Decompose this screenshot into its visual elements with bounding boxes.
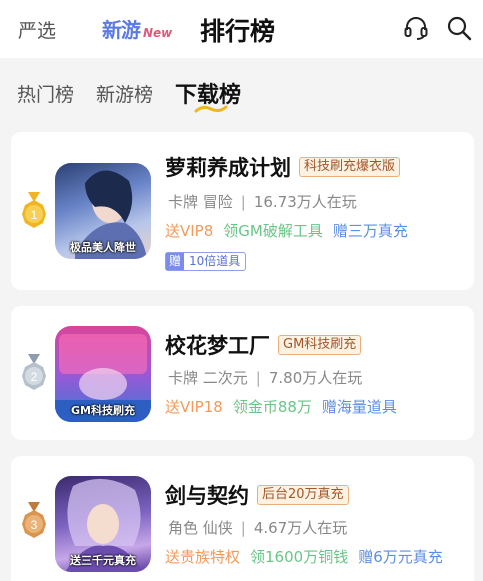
- perk-gift: 赠三万真充: [332, 222, 408, 240]
- title-row: 剑与契约 后台20万真充: [165, 480, 349, 510]
- game-tag: 科技刷充爆衣版: [299, 157, 401, 177]
- perk-gift: 赠海量道具: [321, 398, 397, 416]
- perk-gift: 赠6万元真充: [358, 548, 443, 566]
- headset-icon[interactable]: [403, 15, 429, 41]
- rank-medal-icon: 3: [22, 502, 46, 538]
- perk-vip: 送VIP18: [165, 398, 223, 416]
- game-title[interactable]: 萝莉养成计划: [165, 152, 291, 182]
- tab-yanxuan[interactable]: 严选: [18, 16, 56, 43]
- rank-number: 3: [31, 518, 38, 532]
- bonus-badge: 赠 10倍道具: [165, 252, 247, 271]
- game-meta: 角色 仙侠 | 4.67万人在玩: [168, 519, 348, 537]
- game-thumbnail[interactable]: 极品美人降世: [55, 163, 151, 259]
- game-card[interactable]: 1 极品美人降世 萝莉养成计划 科技刷充爆衣版 卡牌 冒险 | 16.73万人在玩 …: [11, 132, 474, 290]
- xinyou-label: 新游: [102, 18, 141, 42]
- perks-row: 送贵族特权 领1600万铜钱 赠6万元真充: [165, 546, 453, 567]
- thumbnail-caption: 极品美人降世: [70, 241, 136, 254]
- game-thumbnail[interactable]: GM科技刷充: [55, 326, 151, 422]
- tab-paihang[interactable]: 排行榜: [200, 12, 275, 48]
- top-bar: 严选 新游 New 排行榜: [0, 0, 483, 58]
- game-tag: 后台20万真充: [257, 485, 349, 505]
- rank-number: 1: [31, 208, 38, 222]
- title-row: 校花梦工厂 GM科技刷充: [165, 330, 362, 360]
- game-title[interactable]: 校花梦工厂: [165, 330, 270, 360]
- game-genre: 卡牌 二次元: [168, 369, 248, 387]
- perk-vip: 送VIP8: [165, 222, 214, 240]
- thumbnail-caption: GM科技刷充: [71, 404, 135, 417]
- game-genre: 角色 仙侠: [168, 519, 233, 537]
- search-icon[interactable]: [446, 15, 472, 41]
- subtab-xinyou[interactable]: 新游榜: [96, 80, 153, 107]
- rank-medal-icon: 2: [22, 354, 46, 390]
- perk-tool: 领GM破解工具: [223, 222, 323, 240]
- game-meta: 卡牌 冒险 | 16.73万人在玩: [168, 193, 357, 211]
- title-row: 萝莉养成计划 科技刷充爆衣版: [165, 152, 401, 182]
- rank-medal-icon: 1: [22, 192, 46, 228]
- active-tab-indicator: [194, 105, 228, 113]
- sub-tabs: 热门榜 新游榜 下载榜: [0, 58, 483, 122]
- game-title[interactable]: 剑与契约: [165, 480, 249, 510]
- player-count: 4.67万人在玩: [253, 519, 348, 537]
- game-tag: GM科技刷充: [278, 335, 362, 355]
- perk-coins: 领1600万铜钱: [250, 548, 349, 566]
- badge-text: 10倍道具: [189, 254, 241, 268]
- player-count: 7.80万人在玩: [268, 369, 363, 387]
- perks-row: 送VIP18 领金币88万 赠海量道具: [165, 396, 407, 417]
- tab-xinyou[interactable]: 新游 New: [102, 14, 172, 42]
- game-thumbnail[interactable]: 送三千元真充: [55, 476, 151, 572]
- perk-coins: 领金币88万: [232, 398, 312, 416]
- subtab-remen[interactable]: 热门榜: [17, 80, 74, 107]
- rank-number: 2: [31, 370, 38, 384]
- badge-prefix: 赠: [166, 253, 185, 270]
- game-meta: 卡牌 二次元 | 7.80万人在玩: [168, 369, 363, 387]
- perks-row: 送VIP8 领GM破解工具 赠三万真充: [165, 220, 418, 241]
- xinyou-new-label: New: [143, 26, 173, 40]
- game-card[interactable]: 3 送三千元真充 剑与契约 后台20万真充 角色 仙侠 | 4.67万人在玩 送贵族…: [11, 456, 474, 581]
- game-genre: 卡牌 冒险: [168, 193, 233, 211]
- perk-privilege: 送贵族特权: [165, 548, 241, 566]
- thumbnail-caption: 送三千元真充: [70, 554, 136, 567]
- game-card[interactable]: 2 GM科技刷充 校花梦工厂 GM科技刷充 卡牌 二次元 | 7.80万人在玩 送V…: [11, 306, 474, 440]
- player-count: 16.73万人在玩: [253, 193, 357, 211]
